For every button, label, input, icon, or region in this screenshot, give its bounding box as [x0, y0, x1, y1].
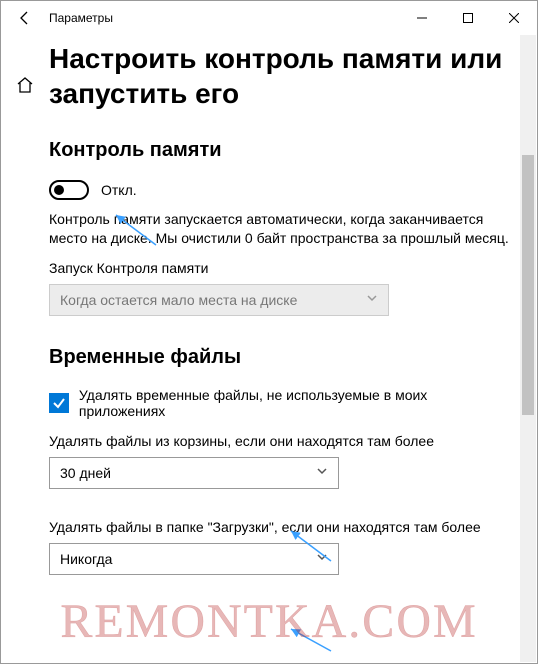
chevron-down-icon: [316, 551, 328, 566]
downloads-dropdown[interactable]: Никогда: [49, 543, 339, 575]
storage-sense-toggle-label: Откл.: [101, 182, 137, 198]
scrollbar-thumb[interactable]: [522, 155, 534, 415]
back-button[interactable]: [11, 4, 39, 32]
downloads-label: Удалять файлы в папке "Загрузки", если о…: [49, 519, 515, 535]
storage-sense-toggle[interactable]: [49, 180, 89, 200]
vertical-scrollbar[interactable]: [520, 35, 536, 662]
recycle-bin-value: 30 дней: [60, 465, 111, 481]
close-button[interactable]: [491, 1, 537, 35]
chevron-down-icon: [366, 292, 378, 307]
run-storage-sense-value: Когда остается мало места на диске: [60, 292, 297, 308]
run-storage-sense-dropdown: Когда остается мало места на диске: [49, 284, 389, 316]
run-storage-sense-label: Запуск Контроля памяти: [49, 260, 515, 276]
chevron-down-icon: [316, 465, 328, 480]
home-button[interactable]: [5, 65, 45, 105]
downloads-value: Никогда: [60, 551, 112, 567]
minimize-button[interactable]: [399, 1, 445, 35]
page-title: Настроить контроль памяти или запустить …: [49, 41, 515, 111]
recycle-bin-dropdown[interactable]: 30 дней: [49, 457, 339, 489]
storage-sense-heading: Контроль памяти: [49, 139, 515, 162]
storage-sense-description: Контроль памяти запускается автоматическ…: [49, 210, 515, 248]
window-title: Параметры: [49, 11, 399, 25]
delete-temp-files-checkbox[interactable]: [49, 393, 69, 413]
delete-temp-files-label: Удалять временные файлы, не используемые…: [79, 387, 515, 419]
maximize-button[interactable]: [445, 1, 491, 35]
recycle-bin-label: Удалять файлы из корзины, если они наход…: [49, 433, 515, 449]
temp-files-heading: Временные файлы: [49, 346, 515, 369]
